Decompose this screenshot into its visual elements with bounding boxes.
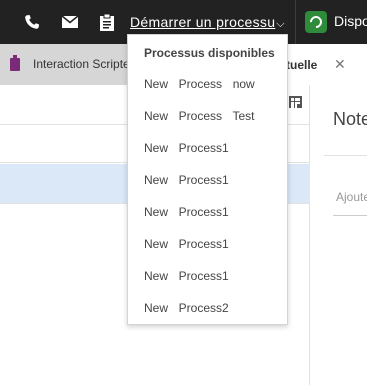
- notes-input[interactable]: Ajoute: [336, 190, 367, 204]
- clipboard-tab-icon: [10, 55, 20, 71]
- notes-title: Note: [333, 109, 367, 129]
- status-ring-icon: [307, 13, 325, 31]
- status-avatar[interactable]: [305, 11, 327, 33]
- process-menu-item[interactable]: New Process now: [128, 68, 287, 100]
- process-menu-item[interactable]: New Process1: [128, 260, 287, 292]
- tab-current-label: tuelle: [286, 58, 318, 72]
- start-process-menu-button[interactable]: Démarrer un processu⌵: [124, 8, 291, 36]
- process-menu-item[interactable]: New Process1: [128, 132, 287, 164]
- start-process-label: Démarrer un processu: [130, 14, 276, 30]
- process-menu-item[interactable]: New Process1: [128, 196, 287, 228]
- notes-input-underline: [333, 215, 367, 216]
- mail-icon[interactable]: [60, 12, 80, 32]
- status-label[interactable]: Dispor: [334, 13, 367, 29]
- clipboard-icon[interactable]: [97, 12, 117, 32]
- grid-view-icon[interactable]: [289, 96, 302, 108]
- phone-icon[interactable]: [22, 12, 42, 32]
- tab-scripted-label: Interaction Scripte: [33, 57, 130, 71]
- process-menu-item[interactable]: New Process1: [128, 228, 287, 260]
- toolbar-divider: [295, 0, 296, 44]
- dropdown-header: Processus disponibles: [144, 46, 275, 60]
- notes-pane: Note Ajoute: [310, 85, 367, 385]
- chevron-down-icon: ⌵: [276, 18, 285, 30]
- process-dropdown-menu: Processus disponibles New Process now Ne…: [127, 34, 288, 325]
- process-menu-item[interactable]: New Process Test: [128, 100, 287, 132]
- notes-divider: [324, 155, 367, 156]
- process-menu-item[interactable]: New Process1: [128, 164, 287, 196]
- close-icon[interactable]: ✕: [334, 56, 346, 73]
- process-menu-item[interactable]: New Process2: [128, 292, 287, 324]
